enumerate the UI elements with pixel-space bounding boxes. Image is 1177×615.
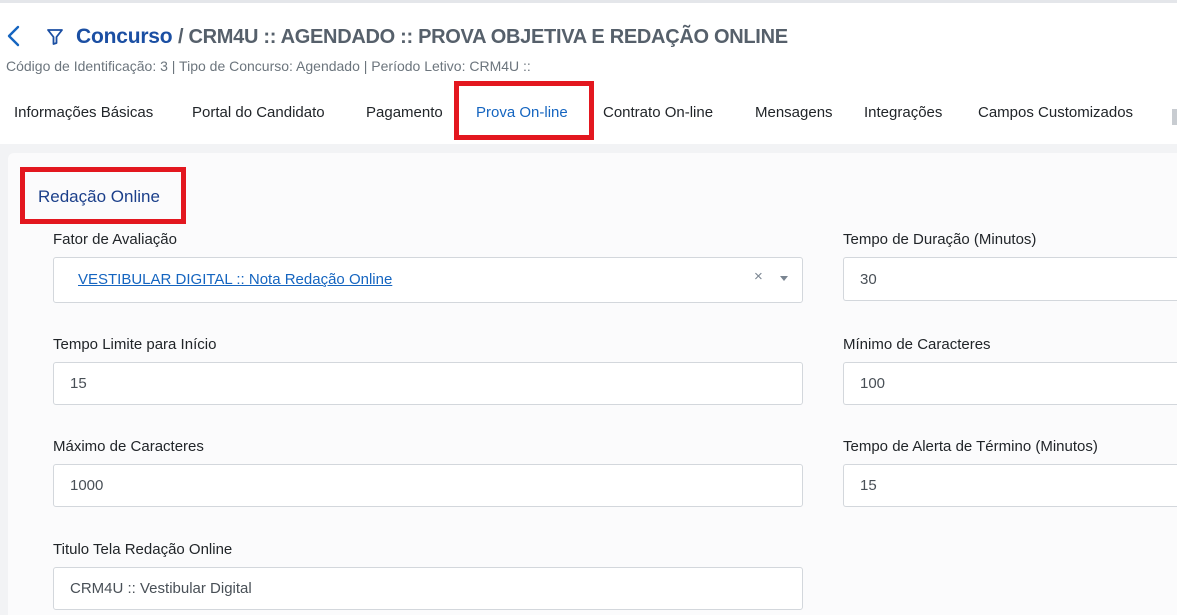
tempo-alerta-input[interactable] <box>843 464 1177 507</box>
page-header: Concurso / CRM4U :: AGENDADO :: PROVA OB… <box>0 22 1177 50</box>
tempo-alerta-label: Tempo de Alerta de Término (Minutos) <box>843 438 1098 455</box>
tab-prova-online[interactable]: Prova On-line <box>476 104 568 121</box>
page-title: Concurso <box>76 25 173 48</box>
page-subtitle: Código de Identificação: 3 | Tipo de Con… <box>6 58 531 74</box>
fator-avaliacao-label: Fator de Avaliação <box>53 231 177 248</box>
clear-icon[interactable]: × <box>754 268 763 285</box>
section-title: Redação Online <box>38 187 160 206</box>
maximo-caracteres-input[interactable] <box>53 464 803 507</box>
filter-icon[interactable] <box>46 28 64 46</box>
tab-pagamento[interactable]: Pagamento <box>366 104 443 121</box>
chevron-left-icon[interactable] <box>4 24 24 48</box>
tab-campos-customizados[interactable]: Campos Customizados <box>978 104 1133 121</box>
tab-overflow-indicator[interactable] <box>1172 109 1177 125</box>
page-breadcrumb: / CRM4U :: AGENDADO :: PROVA OBJETIVA E … <box>178 26 788 48</box>
tempo-duracao-input[interactable] <box>843 257 1177 301</box>
tempo-duracao-label: Tempo de Duração (Minutos) <box>843 231 1037 248</box>
tab-integracoes[interactable]: Integrações <box>864 104 942 121</box>
fator-avaliacao-value[interactable]: VESTIBULAR DIGITAL :: Nota Redação Onlin… <box>78 271 392 288</box>
tempo-limite-label: Tempo Limite para Início <box>53 336 217 353</box>
minimo-caracteres-label: Mínimo de Caracteres <box>843 336 991 353</box>
tempo-limite-input[interactable] <box>53 362 803 405</box>
chevron-down-icon[interactable] <box>780 276 788 281</box>
tab-mensagens[interactable]: Mensagens <box>755 104 833 121</box>
minimo-caracteres-input[interactable] <box>843 362 1177 405</box>
titulo-tela-label: Titulo Tela Redação Online <box>53 541 233 558</box>
tab-informacoes-basicas[interactable]: Informações Básicas <box>14 104 153 121</box>
tab-portal-do-candidato[interactable]: Portal do Candidato <box>192 104 325 121</box>
tab-contrato-online[interactable]: Contrato On-line <box>603 104 713 121</box>
maximo-caracteres-label: Máximo de Caracteres <box>53 438 204 455</box>
titulo-tela-input[interactable] <box>53 567 803 610</box>
tab-bar: Informações Básicas Portal do Candidato … <box>0 97 1177 141</box>
top-border <box>0 0 1177 3</box>
